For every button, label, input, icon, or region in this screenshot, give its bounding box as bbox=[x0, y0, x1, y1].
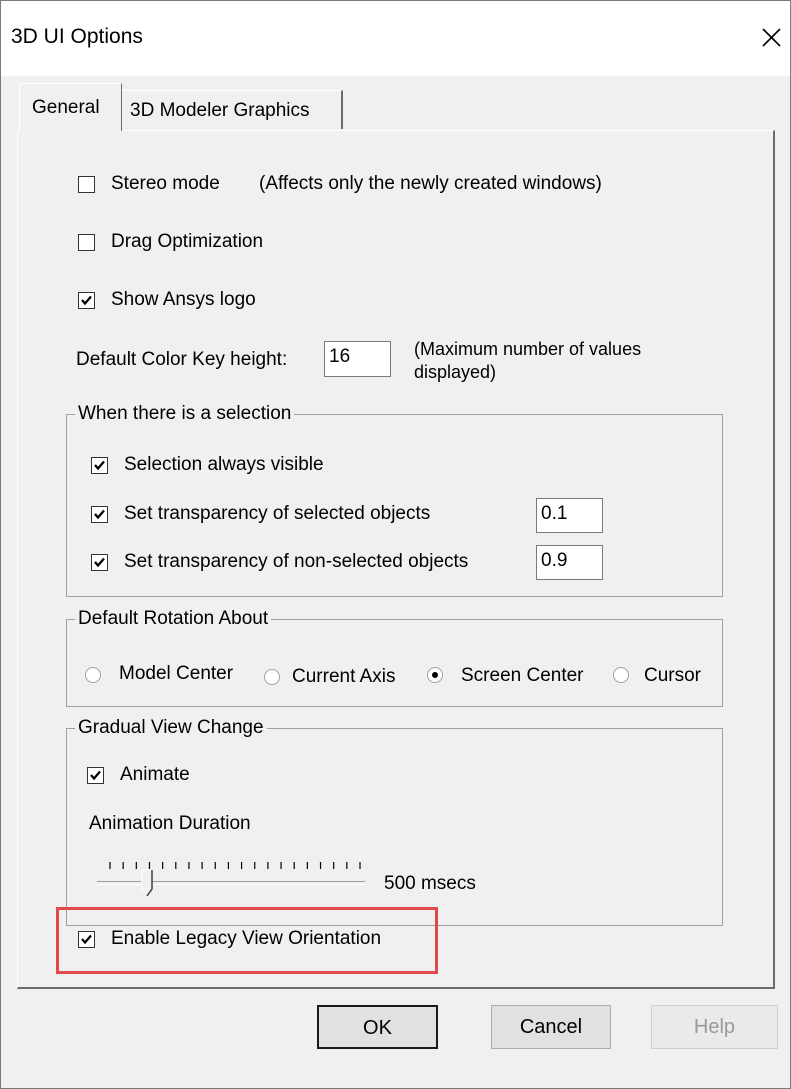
checkmark-icon bbox=[90, 770, 101, 781]
ok-button[interactable]: OK bbox=[317, 1005, 438, 1049]
transparency-nonselected-label: Set transparency of non-selected objects bbox=[124, 551, 469, 572]
help-button[interactable]: Help bbox=[651, 1005, 778, 1049]
selection-always-visible-checkbox[interactable] bbox=[91, 457, 108, 474]
stereo-mode-checkbox[interactable] bbox=[78, 176, 95, 193]
checkmark-icon bbox=[81, 295, 92, 306]
color-key-note-line1: (Maximum number of values bbox=[414, 339, 642, 359]
animate-checkbox[interactable] bbox=[87, 767, 104, 784]
dialog-window: 3D UI Options General 3D Modeler Graphic… bbox=[0, 0, 791, 1089]
tab-general[interactable]: General bbox=[19, 83, 122, 131]
tab-3d-modeler-graphics[interactable]: 3D Modeler Graphics bbox=[122, 90, 343, 129]
color-key-note-line2: displayed) bbox=[414, 362, 497, 382]
legacy-view-orientation-checkbox[interactable] bbox=[78, 931, 95, 948]
animation-duration-value: 500 msecs bbox=[384, 873, 476, 894]
rotation-cursor-radio[interactable] bbox=[613, 667, 629, 683]
slider-thumb[interactable] bbox=[141, 869, 157, 899]
rotation-screen-center-label: Screen Center bbox=[461, 665, 584, 686]
animation-duration-label: Animation Duration bbox=[89, 813, 251, 834]
checkmark-icon bbox=[94, 509, 105, 520]
rotation-model-center-label: Model Center bbox=[119, 663, 234, 684]
rotation-cursor-label: Cursor bbox=[644, 665, 702, 686]
rotation-group-title: Default Rotation About bbox=[75, 608, 272, 630]
selection-group-title: When there is a selection bbox=[75, 403, 295, 425]
selection-always-visible-label: Selection always visible bbox=[124, 454, 324, 475]
rotation-screen-center-radio[interactable] bbox=[427, 667, 443, 683]
animate-label: Animate bbox=[120, 764, 190, 785]
transparency-nonselected-input[interactable]: 0.9 bbox=[536, 545, 603, 580]
rotation-model-center-radio[interactable] bbox=[85, 667, 101, 683]
transparency-selected-checkbox[interactable] bbox=[91, 506, 108, 523]
drag-optimization-label: Drag Optimization bbox=[111, 231, 264, 252]
rotation-current-axis-radio[interactable] bbox=[264, 669, 280, 685]
view-change-group-title: Gradual View Change bbox=[75, 717, 267, 739]
checkmark-icon bbox=[81, 934, 92, 945]
stereo-mode-note: (Affects only the newly created windows) bbox=[259, 173, 602, 194]
transparency-selected-input[interactable]: 0.1 bbox=[536, 498, 603, 533]
tab-general-label: General bbox=[32, 97, 100, 118]
cancel-button[interactable]: Cancel bbox=[491, 1005, 611, 1049]
checkmark-icon bbox=[94, 460, 105, 471]
tab-3d-modeler-graphics-label: 3D Modeler Graphics bbox=[130, 100, 310, 121]
transparency-nonselected-checkbox[interactable] bbox=[91, 554, 108, 571]
color-key-height-input[interactable]: 16 bbox=[324, 341, 391, 377]
stereo-mode-label: Stereo mode bbox=[111, 173, 220, 194]
show-logo-label: Show Ansys logo bbox=[111, 289, 256, 310]
show-logo-checkbox[interactable] bbox=[78, 292, 95, 309]
color-key-label: Default Color Key height: bbox=[76, 349, 288, 370]
window-title: 3D UI Options bbox=[11, 25, 143, 48]
rotation-current-axis-label: Current Axis bbox=[292, 666, 396, 687]
checkmark-icon bbox=[94, 557, 105, 568]
animation-duration-slider[interactable] bbox=[97, 881, 365, 885]
close-icon[interactable] bbox=[753, 15, 789, 59]
transparency-selected-label: Set transparency of selected objects bbox=[124, 503, 431, 524]
drag-optimization-checkbox[interactable] bbox=[78, 234, 95, 251]
legacy-view-orientation-label: Enable Legacy View Orientation bbox=[111, 928, 382, 949]
title-bar: 3D UI Options bbox=[1, 1, 790, 76]
